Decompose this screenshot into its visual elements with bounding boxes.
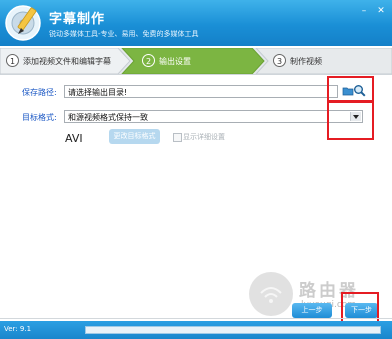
target-format-select[interactable]: 和源视频格式保持一致 xyxy=(64,110,363,123)
minimize-icon[interactable]: – xyxy=(357,5,371,17)
app-subtitle: 锐动多媒体工具-专业、易用、免费的多媒体工具 xyxy=(49,30,199,38)
version-label: Ver: 9.1 xyxy=(4,325,32,333)
progress-bar xyxy=(85,326,381,334)
step-bar: 1 添加视频文件和编辑字幕 2 输出设置 3 制作视频 xyxy=(0,48,392,75)
show-details-label: 显示详细设置 xyxy=(183,133,225,141)
target-format-label: 目标格式: xyxy=(22,113,57,122)
step-1[interactable]: 1 添加视频文件和编辑字幕 xyxy=(0,48,118,74)
wifi-icon xyxy=(260,287,282,303)
divider xyxy=(0,318,392,319)
step-3-label: 制作视频 xyxy=(290,57,322,66)
title-bar: 字幕制作 锐动多媒体工具-专业、易用、免费的多媒体工具 – ✕ xyxy=(0,0,392,46)
app-title: 字幕制作 xyxy=(49,12,106,27)
step-1-number: 1 xyxy=(6,54,19,67)
step-3-number: 3 xyxy=(273,54,286,67)
save-path-label: 保存路径: xyxy=(22,88,57,97)
highlight-box-format xyxy=(327,101,374,140)
step-1-label: 添加视频文件和编辑字幕 xyxy=(23,57,111,66)
target-format-value: 和源视频格式保持一致 xyxy=(68,113,148,122)
highlight-box-path xyxy=(327,76,374,102)
step-2-number: 2 xyxy=(142,54,155,67)
show-details-checkbox[interactable] xyxy=(173,133,182,142)
format-name: AVI xyxy=(65,132,83,145)
app-window: 字幕制作 锐动多媒体工具-专业、易用、免费的多媒体工具 – ✕ 1 添加视频文件… xyxy=(0,0,392,339)
step-2[interactable]: 2 输出设置 xyxy=(136,48,254,74)
status-bar: Ver: 9.1 xyxy=(0,321,392,339)
save-path-input[interactable]: 请选择输出目录! xyxy=(64,85,338,98)
prev-button[interactable]: 上一步 xyxy=(292,303,332,318)
close-icon[interactable]: ✕ xyxy=(374,5,388,17)
app-logo-icon xyxy=(5,5,41,41)
change-format-button[interactable]: 更改目标格式 xyxy=(109,129,160,144)
step-2-label: 输出设置 xyxy=(159,57,191,66)
step-3[interactable]: 3 制作视频 xyxy=(267,48,387,74)
